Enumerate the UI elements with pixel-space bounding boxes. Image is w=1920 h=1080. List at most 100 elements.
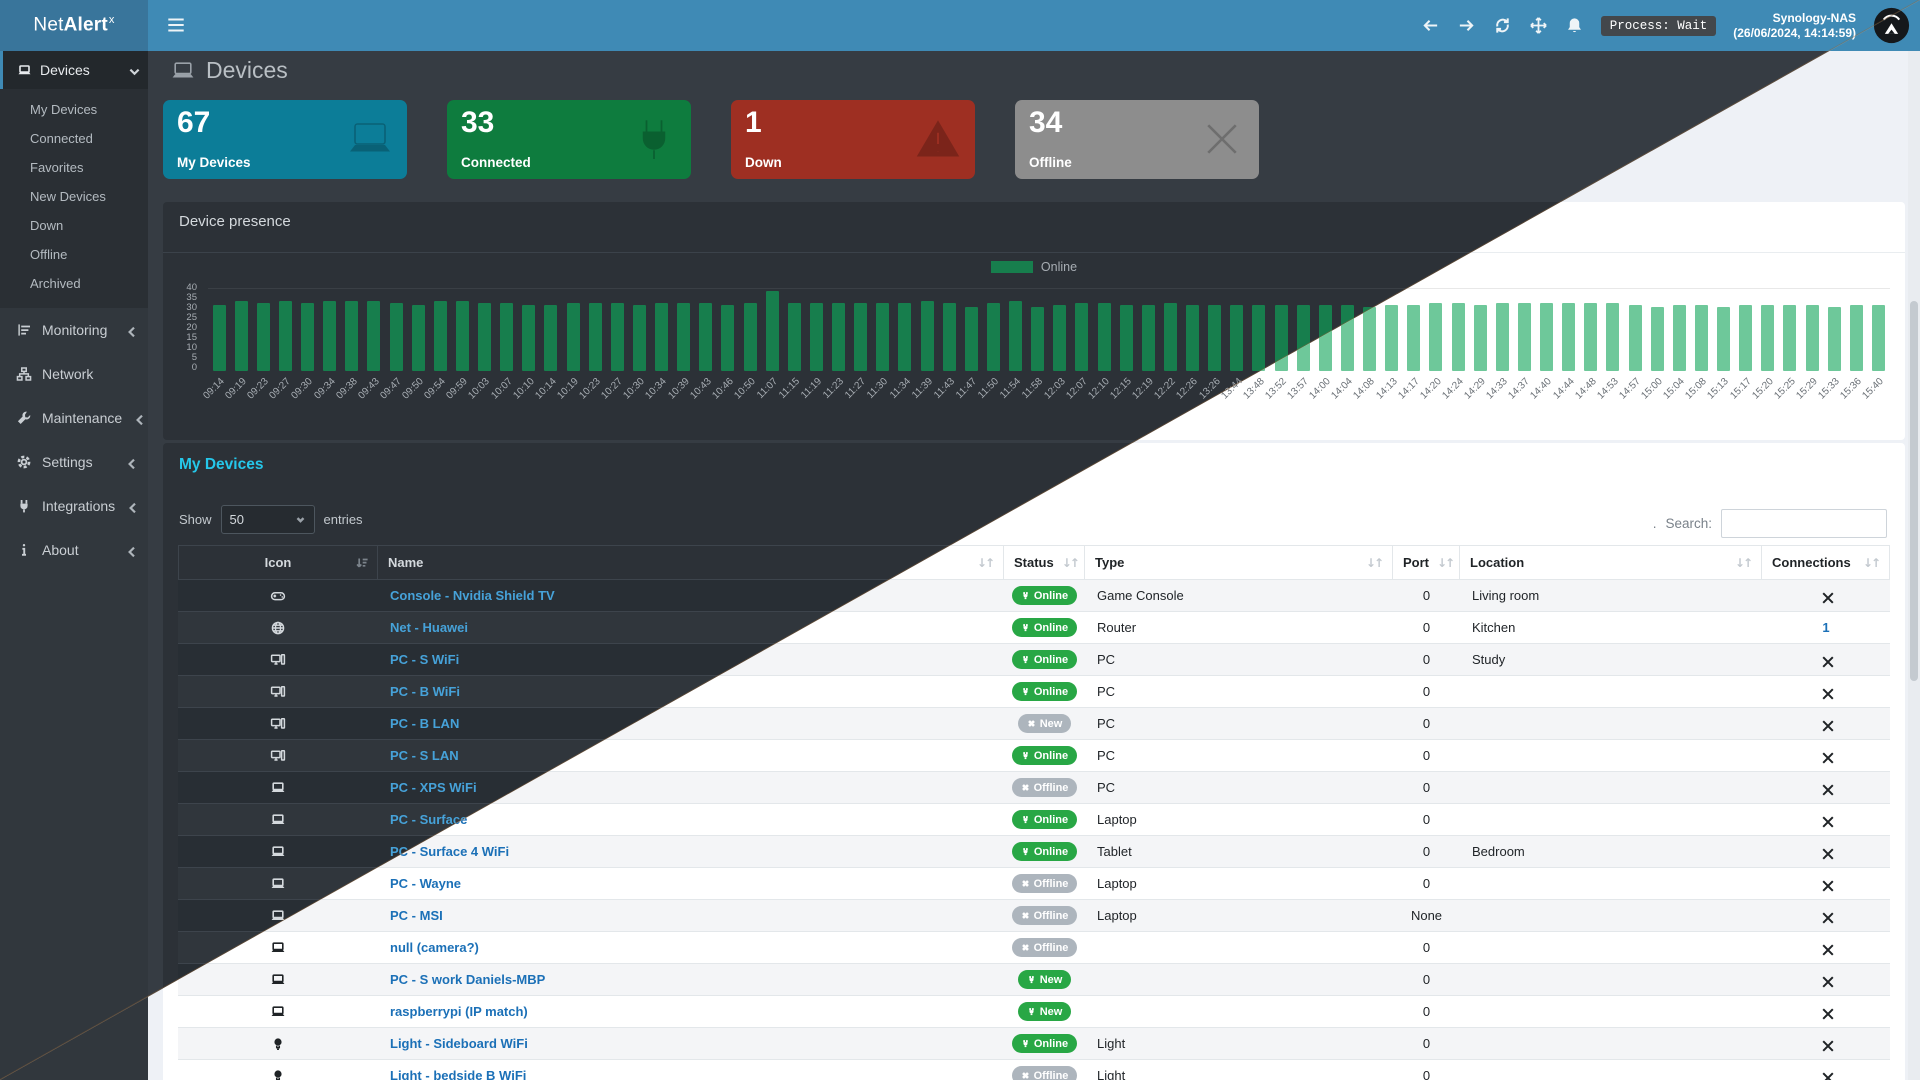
sort-arrows-icon[interactable]: ↓↑ — [1429, 556, 1453, 570]
presence-bar[interactable] — [1319, 305, 1332, 371]
presence-bar[interactable] — [567, 303, 580, 371]
sidebar-item-favorites[interactable]: Favorites — [0, 153, 148, 182]
presence-bar[interactable] — [1518, 303, 1531, 371]
presence-bar[interactable] — [1429, 303, 1442, 371]
delete-connection-icon[interactable] — [1820, 814, 1832, 826]
presence-bar[interactable] — [367, 301, 380, 371]
presence-bar[interactable] — [235, 301, 248, 371]
presence-bar[interactable] — [1850, 305, 1863, 371]
presence-bar[interactable] — [1075, 303, 1088, 371]
chart-legend[interactable]: Online — [163, 260, 1905, 274]
sort-arrows-icon[interactable]: ↓↑ — [1054, 556, 1078, 570]
delete-connection-icon[interactable] — [1820, 846, 1832, 858]
sidebar-item-down[interactable]: Down — [0, 211, 148, 240]
sidebar-item-about[interactable]: About — [0, 528, 148, 572]
device-name-link[interactable]: PC - XPS WiFi — [390, 780, 477, 795]
presence-bar[interactable] — [921, 301, 934, 371]
device-name-link[interactable]: Light - Sideboard WiFi — [390, 1036, 528, 1051]
column-header-status[interactable]: Status↓↑ — [1004, 546, 1085, 579]
delete-connection-icon[interactable] — [1820, 750, 1832, 762]
stat-card-offline[interactable]: 34Offline — [1015, 100, 1259, 179]
presence-bar[interactable] — [1717, 307, 1730, 371]
presence-bar[interactable] — [323, 301, 336, 371]
sort-arrows-icon[interactable]: ↓↑ — [969, 556, 993, 570]
device-name-link[interactable]: Net - Huawei — [390, 620, 468, 635]
delete-connection-icon[interactable] — [1820, 1006, 1832, 1018]
presence-bar[interactable] — [478, 303, 491, 371]
presence-bar[interactable] — [1761, 305, 1774, 371]
status-badge[interactable]: Online — [1012, 842, 1077, 861]
device-name-link[interactable]: null (camera?) — [390, 940, 479, 955]
delete-connection-icon[interactable] — [1820, 686, 1832, 698]
app-logo[interactable]: NetAlertx — [0, 0, 148, 51]
presence-bar[interactable] — [1053, 305, 1066, 371]
presence-bar[interactable] — [500, 303, 513, 371]
sidebar-item-new-devices[interactable]: New Devices — [0, 182, 148, 211]
delete-connection-icon[interactable] — [1820, 974, 1832, 986]
delete-connection-icon[interactable] — [1820, 942, 1832, 954]
presence-bar[interactable] — [589, 303, 602, 371]
presence-bar[interactable] — [1606, 303, 1619, 371]
presence-bar[interactable] — [1385, 305, 1398, 371]
device-name-link[interactable]: PC - Surface — [390, 812, 467, 827]
status-badge[interactable]: Online — [1012, 810, 1077, 829]
status-badge[interactable]: Online — [1012, 682, 1077, 701]
sidebar-item-devices[interactable]: Devices — [0, 51, 148, 89]
presence-bar[interactable] — [301, 303, 314, 371]
presence-bar[interactable] — [279, 301, 292, 371]
status-badge[interactable]: Online — [1012, 1034, 1077, 1053]
device-name-link[interactable]: PC - Surface 4 WiFi — [390, 844, 509, 859]
presence-bar[interactable] — [1739, 305, 1752, 371]
presence-bar[interactable] — [655, 303, 668, 371]
presence-bar[interactable] — [1496, 303, 1509, 371]
column-header-type[interactable]: Type↓↑ — [1085, 546, 1393, 579]
hamburger-menu-icon[interactable] — [165, 14, 187, 36]
sort-arrows-icon[interactable]: ↓↑ — [1855, 556, 1879, 570]
presence-bar[interactable] — [1142, 305, 1155, 371]
presence-bar[interactable] — [943, 303, 956, 371]
presence-bar[interactable] — [213, 305, 226, 371]
presence-bar[interactable] — [677, 303, 690, 371]
delete-connection-icon[interactable] — [1820, 878, 1832, 890]
presence-bar[interactable] — [1098, 303, 1111, 371]
status-badge[interactable]: New — [1018, 970, 1072, 989]
presence-bar[interactable] — [390, 303, 403, 371]
delete-connection-icon[interactable] — [1820, 1070, 1832, 1080]
bell-icon[interactable] — [1565, 16, 1584, 35]
presence-bar[interactable] — [522, 305, 535, 371]
scrollbar-thumb[interactable] — [1910, 301, 1918, 681]
sidebar-item-network[interactable]: Network — [0, 352, 148, 396]
presence-bar[interactable] — [1651, 307, 1664, 371]
device-name-link[interactable]: PC - B LAN — [390, 716, 459, 731]
sidebar-item-maintenance[interactable]: Maintenance — [0, 396, 148, 440]
presence-bar[interactable] — [744, 303, 757, 371]
presence-bar[interactable] — [832, 303, 845, 371]
presence-bar[interactable] — [1341, 305, 1354, 371]
device-name-link[interactable]: PC - S LAN — [390, 748, 459, 763]
presence-bar[interactable] — [412, 305, 425, 371]
sidebar-item-settings[interactable]: Settings — [0, 440, 148, 484]
presence-bar[interactable] — [1407, 305, 1420, 371]
column-header-port[interactable]: Port↓↑ — [1393, 546, 1460, 579]
presence-bar[interactable] — [1452, 303, 1465, 371]
sort-arrows-icon[interactable]: ↓↑ — [1727, 556, 1751, 570]
presence-bar[interactable] — [434, 301, 447, 371]
status-badge[interactable]: Offline — [1012, 1066, 1078, 1080]
sidebar-item-archived[interactable]: Archived — [0, 269, 148, 298]
delete-connection-icon[interactable] — [1820, 910, 1832, 922]
sidebar-item-connected[interactable]: Connected — [0, 124, 148, 153]
presence-bar[interactable] — [1806, 305, 1819, 371]
device-name-link[interactable]: PC - S WiFi — [390, 652, 459, 667]
status-badge[interactable]: Online — [1012, 650, 1077, 669]
presence-bar[interactable] — [1673, 305, 1686, 371]
status-badge[interactable]: Online — [1012, 618, 1077, 637]
status-badge[interactable]: Online — [1012, 746, 1077, 765]
move-arrows-icon[interactable] — [1529, 16, 1548, 35]
presence-bar[interactable] — [854, 303, 867, 371]
presence-bar[interactable] — [1363, 307, 1376, 371]
presence-bar[interactable] — [345, 301, 358, 371]
presence-bar[interactable] — [1186, 305, 1199, 371]
presence-bar[interactable] — [1275, 305, 1288, 371]
search-input[interactable] — [1721, 509, 1887, 538]
status-badge[interactable]: Offline — [1012, 778, 1078, 797]
